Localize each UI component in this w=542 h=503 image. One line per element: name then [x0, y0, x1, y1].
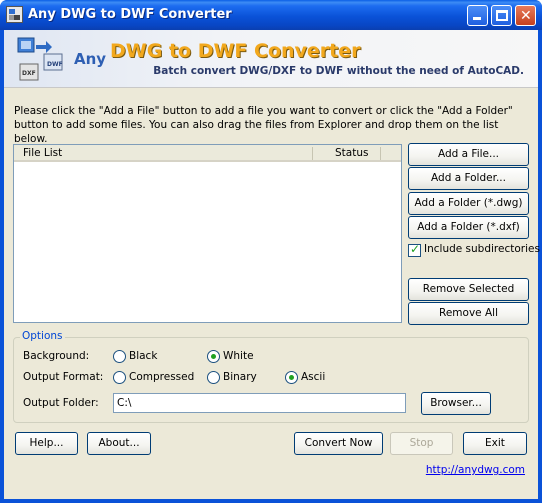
- options-legend: Options: [20, 330, 65, 342]
- background-black-label[interactable]: Black: [129, 350, 157, 362]
- maximize-icon: [496, 10, 508, 21]
- background-white-radio[interactable]: [207, 350, 220, 363]
- column-file-list[interactable]: File List: [23, 147, 62, 159]
- file-list-header: File List Status: [14, 145, 401, 162]
- checkmark-icon: ✓: [410, 242, 421, 256]
- converter-logo-icon: DWF DXF: [17, 37, 63, 81]
- format-binary-label[interactable]: Binary: [223, 371, 257, 383]
- app-window: Any DWG to DWF Converter ✕ DWF DXF Any D…: [0, 0, 542, 503]
- banner-subtitle: Batch convert DWG/DXF to DWF without the…: [153, 65, 524, 77]
- browser-button[interactable]: Browser...: [421, 392, 491, 415]
- close-button[interactable]: ✕: [515, 5, 536, 26]
- banner: DWF DXF Any DWG to DWF Converter Batch c…: [4, 30, 538, 88]
- output-format-label: Output Format:: [23, 371, 104, 383]
- title-bar[interactable]: Any DWG to DWF Converter ✕: [0, 0, 542, 30]
- add-file-button[interactable]: Add a File...: [408, 143, 529, 166]
- maximize-button[interactable]: [491, 5, 512, 26]
- add-folder-dwg-button[interactable]: Add a Folder (*.dwg): [408, 192, 529, 215]
- website-link[interactable]: http://anydwg.com: [426, 464, 525, 476]
- format-compressed-label[interactable]: Compressed: [129, 371, 194, 383]
- minimize-button[interactable]: [467, 5, 488, 26]
- remove-selected-button[interactable]: Remove Selected: [408, 278, 529, 301]
- about-button[interactable]: About...: [87, 432, 151, 455]
- banner-any: Any: [74, 50, 107, 68]
- banner-title: DWG to DWF Converter: [110, 40, 361, 62]
- stop-button[interactable]: Stop: [390, 432, 453, 455]
- minimize-icon: [473, 17, 481, 20]
- exit-button[interactable]: Exit: [463, 432, 527, 455]
- background-white-label[interactable]: White: [223, 350, 254, 362]
- output-folder-input[interactable]: C:\: [113, 393, 406, 413]
- format-ascii-label[interactable]: Ascii: [301, 371, 325, 383]
- client-area: DWF DXF Any DWG to DWF Converter Batch c…: [4, 30, 540, 499]
- output-folder-label: Output Folder:: [23, 397, 99, 409]
- background-black-radio[interactable]: [113, 350, 126, 363]
- convert-now-button[interactable]: Convert Now: [294, 432, 383, 455]
- format-binary-radio[interactable]: [207, 371, 220, 384]
- app-icon[interactable]: [6, 6, 23, 23]
- include-subdirectories-label[interactable]: Include subdirectories: [424, 243, 540, 255]
- svg-text:DXF: DXF: [22, 70, 36, 77]
- background-label: Background:: [23, 350, 90, 362]
- window-title: Any DWG to DWF Converter: [28, 7, 232, 22]
- add-folder-dxf-button[interactable]: Add a Folder (*.dxf): [408, 216, 529, 239]
- instructions-text: Please click the "Add a File" button to …: [14, 105, 513, 145]
- format-ascii-radio[interactable]: [285, 371, 298, 384]
- column-status[interactable]: Status: [335, 147, 368, 159]
- add-folder-button[interactable]: Add a Folder...: [408, 167, 529, 190]
- close-icon: ✕: [520, 8, 532, 24]
- svg-text:DWF: DWF: [47, 61, 63, 68]
- format-compressed-radio[interactable]: [113, 371, 126, 384]
- include-subdirectories-checkbox[interactable]: ✓: [408, 242, 421, 257]
- help-button[interactable]: Help...: [15, 432, 78, 455]
- file-list[interactable]: File List Status: [13, 144, 402, 323]
- remove-all-button[interactable]: Remove All: [408, 302, 529, 325]
